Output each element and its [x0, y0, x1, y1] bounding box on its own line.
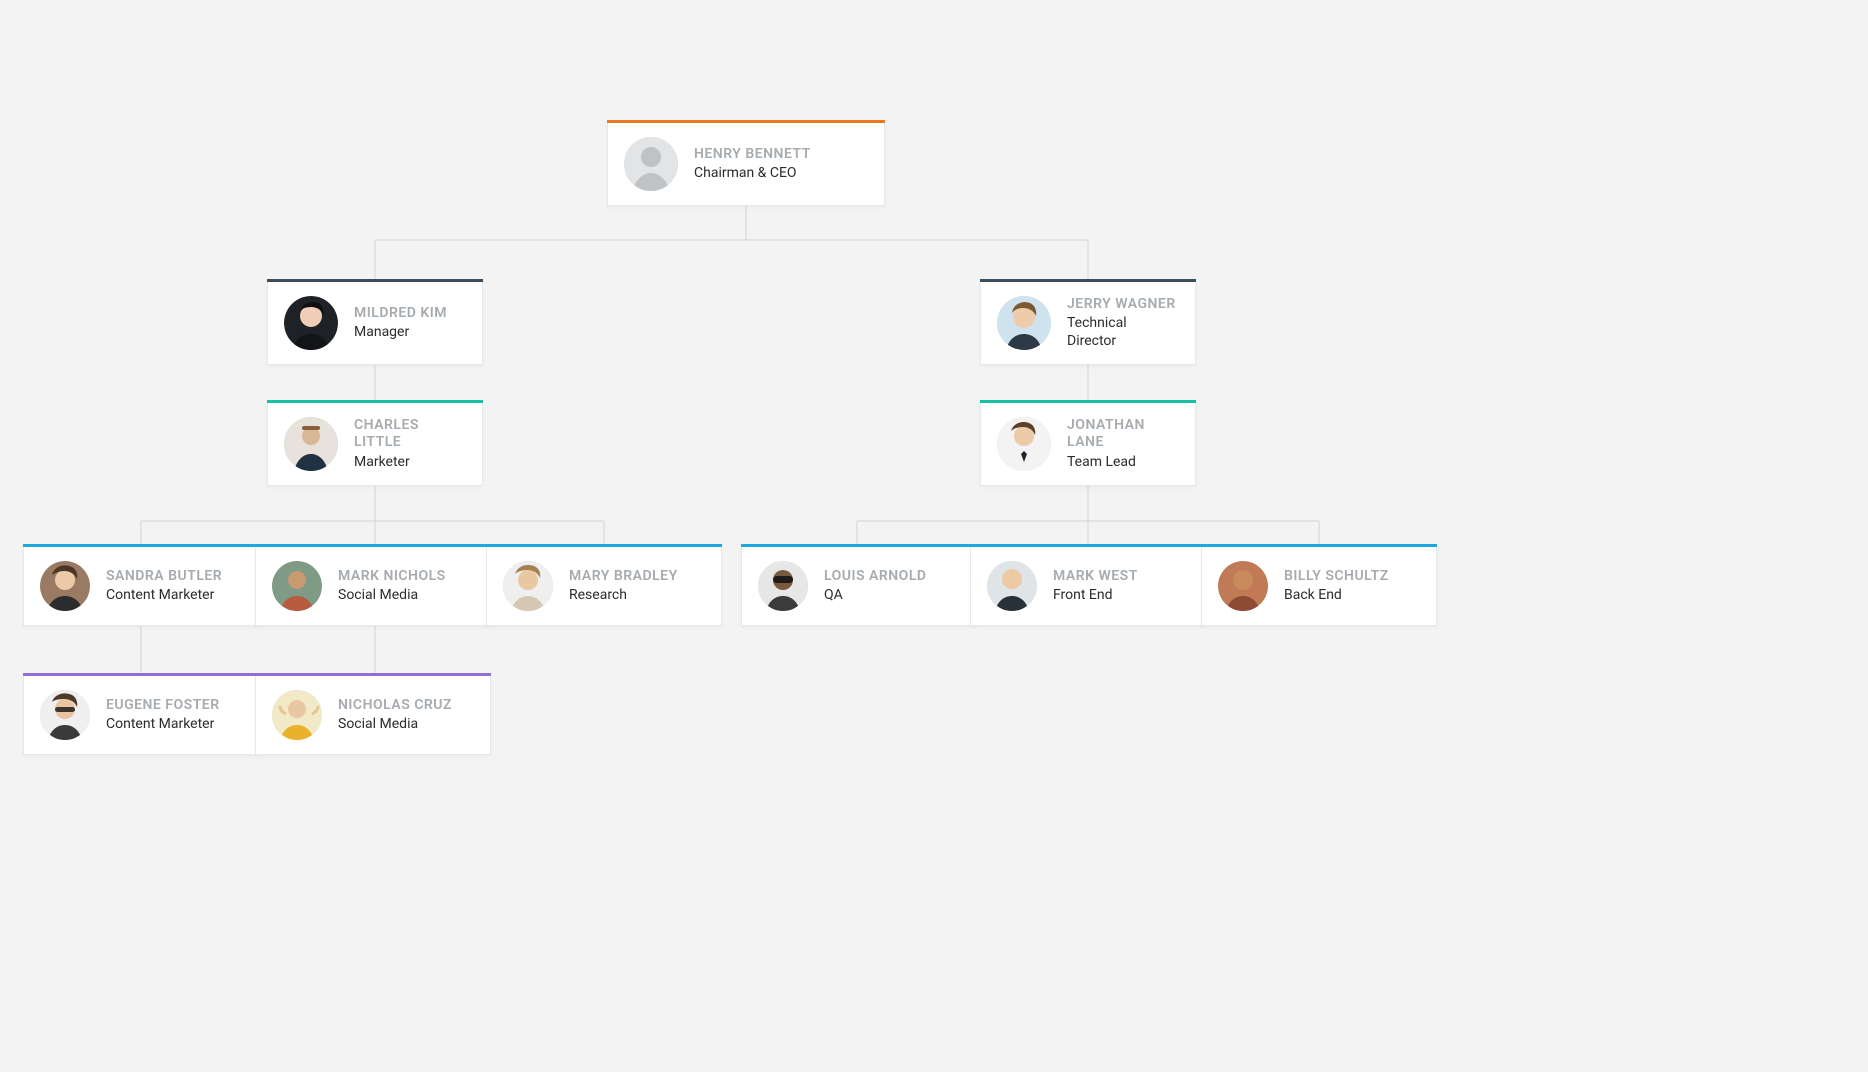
- person-card-social-media-1[interactable]: MARK NICHOLS Social Media: [255, 546, 491, 626]
- person-role: Research: [569, 587, 678, 605]
- avatar: [40, 561, 90, 611]
- person-name: EUGENE FOSTER: [106, 697, 220, 715]
- person-info: MARY BRADLEY Research: [569, 568, 678, 605]
- person-info: MILDRED KIM Manager: [354, 305, 447, 342]
- person-info: LOUIS ARNOLD QA: [824, 568, 927, 605]
- person-role: Technical Director: [1067, 315, 1179, 350]
- avatar: [997, 296, 1051, 350]
- person-card-ceo[interactable]: HENRY BENNETT Chairman & CEO: [607, 122, 885, 206]
- person-info: CHARLES LITTLE Marketer: [354, 417, 466, 472]
- person-role: Content Marketer: [106, 716, 220, 734]
- avatar: [40, 690, 90, 740]
- person-card-content-marketer-1[interactable]: SANDRA BUTLER Content Marketer: [23, 546, 259, 626]
- person-role: Team Lead: [1067, 454, 1179, 472]
- person-name: NICHOLAS CRUZ: [338, 697, 452, 715]
- person-card-technical-director[interactable]: JERRY WAGNER Technical Director: [980, 281, 1196, 365]
- person-info: MARK WEST Front End: [1053, 568, 1138, 605]
- person-info: HENRY BENNETT Chairman & CEO: [694, 146, 811, 183]
- avatar: [624, 137, 678, 191]
- person-role: Social Media: [338, 587, 446, 605]
- person-card-back-end[interactable]: BILLY SCHULTZ Back End: [1201, 546, 1437, 626]
- person-name: MARK WEST: [1053, 568, 1138, 586]
- org-chart-connectors: [0, 0, 1868, 1072]
- person-card-front-end[interactable]: MARK WEST Front End: [970, 546, 1206, 626]
- person-name: BILLY SCHULTZ: [1284, 568, 1389, 586]
- person-role: Chairman & CEO: [694, 165, 811, 183]
- person-card-research[interactable]: MARY BRADLEY Research: [486, 546, 722, 626]
- person-card-content-marketer-2[interactable]: EUGENE FOSTER Content Marketer: [23, 675, 259, 755]
- person-role: Social Media: [338, 716, 452, 734]
- person-info: BILLY SCHULTZ Back End: [1284, 568, 1389, 605]
- avatar: [1218, 561, 1268, 611]
- person-name: CHARLES LITTLE: [354, 417, 466, 452]
- person-role: Content Marketer: [106, 587, 222, 605]
- person-card-marketer[interactable]: CHARLES LITTLE Marketer: [267, 402, 483, 486]
- person-info: EUGENE FOSTER Content Marketer: [106, 697, 220, 734]
- person-card-team-lead[interactable]: JONATHAN LANE Team Lead: [980, 402, 1196, 486]
- person-info: SANDRA BUTLER Content Marketer: [106, 568, 222, 605]
- avatar: [997, 417, 1051, 471]
- person-role: Front End: [1053, 587, 1138, 605]
- org-chart: HENRY BENNETT Chairman & CEO MILDRED KIM…: [0, 0, 1868, 1072]
- person-role: QA: [824, 587, 927, 605]
- person-role: Manager: [354, 324, 447, 342]
- person-info: MARK NICHOLS Social Media: [338, 568, 446, 605]
- person-card-social-media-2[interactable]: NICHOLAS CRUZ Social Media: [255, 675, 491, 755]
- avatar: [284, 417, 338, 471]
- avatar: [272, 561, 322, 611]
- avatar: [272, 690, 322, 740]
- person-name: SANDRA BUTLER: [106, 568, 222, 586]
- person-name: MARY BRADLEY: [569, 568, 678, 586]
- person-name: JERRY WAGNER: [1067, 296, 1179, 314]
- avatar: [987, 561, 1037, 611]
- person-info: JONATHAN LANE Team Lead: [1067, 417, 1179, 472]
- avatar: [284, 296, 338, 350]
- person-name: JONATHAN LANE: [1067, 417, 1179, 452]
- person-card-manager[interactable]: MILDRED KIM Manager: [267, 281, 483, 365]
- person-name: HENRY BENNETT: [694, 146, 811, 164]
- person-name: MILDRED KIM: [354, 305, 447, 323]
- person-card-qa[interactable]: LOUIS ARNOLD QA: [741, 546, 977, 626]
- person-name: MARK NICHOLS: [338, 568, 446, 586]
- avatar: [758, 561, 808, 611]
- person-role: Marketer: [354, 454, 466, 472]
- person-info: JERRY WAGNER Technical Director: [1067, 296, 1179, 351]
- person-info: NICHOLAS CRUZ Social Media: [338, 697, 452, 734]
- person-role: Back End: [1284, 587, 1389, 605]
- person-name: LOUIS ARNOLD: [824, 568, 927, 586]
- avatar: [503, 561, 553, 611]
